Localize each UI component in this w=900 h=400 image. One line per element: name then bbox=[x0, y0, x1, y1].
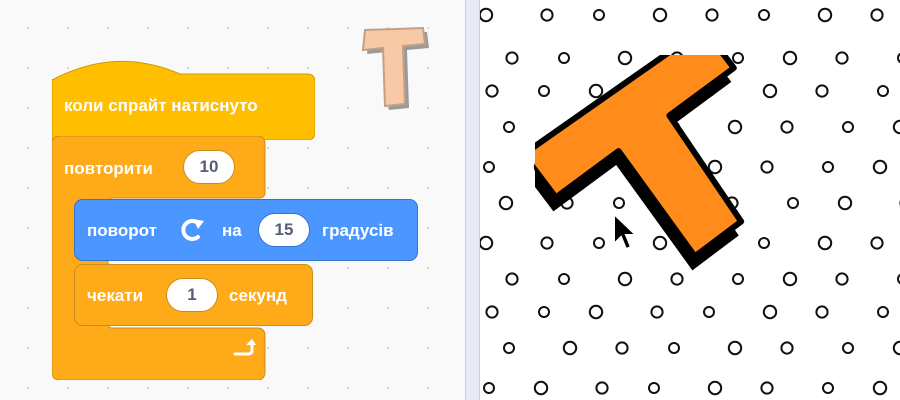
backdrop-dot bbox=[892, 340, 900, 356]
panel-divider[interactable] bbox=[465, 0, 480, 400]
backdrop-dot bbox=[588, 304, 604, 320]
stage[interactable] bbox=[480, 0, 900, 400]
backdrop-dot bbox=[593, 9, 605, 21]
backdrop-dot bbox=[817, 7, 833, 23]
backdrop-dot bbox=[562, 340, 578, 356]
backdrop-dot bbox=[595, 381, 609, 395]
backdrop-dot bbox=[503, 342, 515, 354]
turn-label-start: поворот bbox=[87, 221, 157, 240]
code-workspace[interactable]: коли спрайт натиснуто повторити 10 повор… bbox=[0, 0, 465, 400]
backdrop-dot bbox=[485, 305, 499, 319]
backdrop-dot bbox=[780, 341, 794, 355]
wait-seconds-input[interactable]: 1 bbox=[166, 278, 218, 312]
mouse-cursor-icon bbox=[612, 212, 640, 252]
backdrop-dot bbox=[877, 306, 889, 318]
backdrop-dot bbox=[505, 272, 519, 286]
repeat-block-label: повторити bbox=[64, 159, 153, 178]
backdrop-dot bbox=[815, 84, 829, 98]
backdrop-dot bbox=[670, 272, 684, 286]
backdrop-dot bbox=[837, 195, 853, 211]
repeat-count-input[interactable]: 10 bbox=[183, 150, 235, 184]
backdrop-dot bbox=[758, 9, 770, 21]
rotate-clockwise-icon bbox=[178, 216, 208, 244]
backdrop-dot bbox=[872, 159, 888, 175]
backdrop-dot bbox=[650, 305, 664, 319]
backdrop-dot bbox=[835, 51, 849, 65]
backdrop-dot bbox=[558, 273, 570, 285]
wait-label-end: секунд bbox=[229, 286, 287, 305]
backdrop-dot bbox=[538, 306, 550, 318]
backdrop-dot bbox=[842, 121, 854, 133]
turn-right-block[interactable]: поворот на 15 градусів bbox=[74, 199, 418, 261]
backdrop-dot bbox=[498, 195, 514, 211]
backdrop-dot bbox=[533, 380, 549, 396]
backdrop-dot bbox=[485, 84, 499, 98]
backdrop-dot bbox=[835, 272, 849, 286]
backdrop-dot bbox=[817, 235, 833, 251]
backdrop-dot bbox=[870, 236, 884, 250]
turn-label-end: градусів bbox=[322, 221, 394, 240]
backdrop-dot bbox=[503, 121, 515, 133]
backdrop-dot bbox=[892, 119, 900, 135]
backdrop-dot bbox=[703, 306, 715, 318]
backdrop-dot bbox=[480, 7, 494, 23]
backdrop-dot bbox=[668, 342, 680, 354]
loop-arrow-icon bbox=[230, 336, 256, 360]
wait-block[interactable]: чекати 1 секунд bbox=[74, 264, 313, 326]
backdrop-dot bbox=[540, 8, 554, 22]
backdrop-dot bbox=[648, 382, 660, 394]
turn-label-mid: на bbox=[222, 221, 242, 240]
wait-label-start: чекати bbox=[87, 286, 144, 305]
backdrop-dot bbox=[870, 8, 884, 22]
backdrop-dot bbox=[652, 7, 668, 23]
backdrop-dot bbox=[732, 273, 744, 285]
backdrop-dot bbox=[815, 305, 829, 319]
backdrop-dot bbox=[483, 382, 495, 394]
sprite[interactable] bbox=[535, 55, 795, 275]
backdrop-dot bbox=[872, 380, 888, 396]
hat-block-label: коли спрайт натиснуто bbox=[64, 96, 258, 115]
turn-degrees-input[interactable]: 15 bbox=[258, 213, 310, 247]
backdrop-dot bbox=[727, 340, 743, 356]
backdrop-dot bbox=[822, 382, 834, 394]
when-sprite-clicked-block[interactable]: коли спрайт натиснуто bbox=[52, 54, 315, 140]
backdrop-dot bbox=[615, 341, 629, 355]
backdrop-dot bbox=[705, 8, 719, 22]
backdrop-dot bbox=[842, 342, 854, 354]
backdrop-dot bbox=[707, 380, 723, 396]
backdrop-dot bbox=[762, 304, 778, 320]
backdrop-dot bbox=[760, 381, 774, 395]
backdrop-dot bbox=[822, 161, 834, 173]
sprite-thumbnail bbox=[355, 22, 435, 112]
backdrop-dot bbox=[480, 235, 494, 251]
backdrop-dot bbox=[483, 161, 495, 173]
backdrop-dot bbox=[505, 51, 519, 65]
backdrop-dot bbox=[877, 85, 889, 97]
